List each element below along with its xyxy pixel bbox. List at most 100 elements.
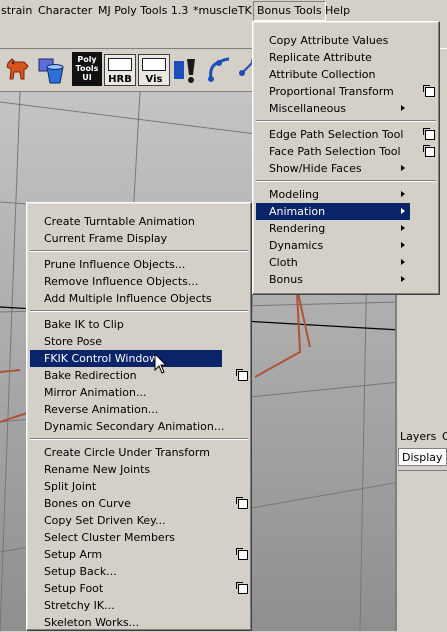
menu-item-label: Animation: [269, 205, 326, 218]
menu-item-bones-on-curve[interactable]: Bones on Curve: [30, 495, 248, 512]
menu-item-split-joint[interactable]: Split Joint: [30, 478, 222, 495]
menu-item-dynamic-secondary-animation[interactable]: Dynamic Secondary Animation...: [30, 418, 225, 435]
menu-item-miscellaneous[interactable]: Miscellaneous: [256, 100, 410, 117]
menu-item-setup-back[interactable]: Setup Back...: [30, 563, 222, 580]
menu-item-label: Cloth: [269, 256, 298, 269]
menu-item-cloth[interactable]: Cloth: [256, 254, 410, 271]
menu-item-modeling[interactable]: Modeling: [256, 186, 410, 203]
submenu-arrow-icon: [401, 242, 405, 248]
menu-item-label: Bones on Curve: [44, 497, 131, 510]
menu-muscletk[interactable]: *muscleTK: [193, 4, 252, 17]
menu-constrain[interactable]: strain: [1, 4, 32, 17]
menu-item-label: Miscellaneous: [269, 102, 347, 115]
shelf: Poly Tools UI HRB Vis: [0, 48, 260, 92]
character-icon[interactable]: [171, 53, 203, 85]
layer-list[interactable]: [398, 470, 447, 632]
poly-tools-ui-button[interactable]: Poly Tools UI: [72, 52, 102, 86]
menu-item-label: Setup Arm: [44, 548, 103, 561]
option-box-icon[interactable]: [423, 128, 435, 140]
menu-item-label: Setup Back...: [44, 565, 117, 578]
menu-item-label: Copy Set Driven Key...: [44, 514, 166, 527]
option-box-icon[interactable]: [236, 582, 248, 594]
menu-item-copy-attribute-values[interactable]: Copy Attribute Values: [256, 32, 410, 49]
submenu-arrow-icon: [401, 191, 405, 197]
menu-item-label: Modeling: [269, 188, 320, 201]
menu-item-add-multiple-influence-objects[interactable]: Add Multiple Influence Objects: [30, 290, 222, 307]
menu-item-label: Show/Hide Faces: [269, 162, 362, 175]
menu-item-label: Copy Attribute Values: [269, 34, 389, 47]
ik-curve-icon[interactable]: [203, 53, 235, 85]
menu-item-replicate-attribute[interactable]: Replicate Attribute: [256, 49, 410, 66]
hrb-label: HRB: [108, 74, 132, 85]
menu-character[interactable]: Character: [38, 4, 92, 17]
menu-item-label: Attribute Collection: [269, 68, 376, 81]
menu-item-edge-path-selection-tool[interactable]: Edge Path Selection Tool: [256, 126, 435, 143]
menu-item-remove-influence-objects[interactable]: Remove Influence Objects...: [30, 273, 222, 290]
tab-layers[interactable]: Layers: [400, 430, 436, 443]
menu-item-label: FKIK Control Window: [44, 352, 159, 365]
layers-tab-bar: Layers O: [397, 427, 447, 445]
menu-item-copy-set-driven-key[interactable]: Copy Set Driven Key...: [30, 512, 222, 529]
menu-separator: [30, 438, 248, 440]
hrb-icon: [108, 58, 132, 71]
menu-item-label: Prune Influence Objects...: [44, 258, 186, 271]
submenu-arrow-icon: [401, 276, 405, 282]
menu-item-create-turntable-animation[interactable]: Create Turntable Animation: [30, 213, 222, 230]
menu-separator: [30, 310, 248, 312]
hrb-button[interactable]: HRB: [104, 54, 136, 86]
menu-item-attribute-collection[interactable]: Attribute Collection: [256, 66, 410, 83]
menu-item-setup-arm[interactable]: Setup Arm: [30, 546, 248, 563]
menu-item-label: Skeleton Works...: [44, 616, 140, 629]
menu-item-bake-redirection[interactable]: Bake Redirection: [30, 367, 248, 384]
menu-mj-poly-tools[interactable]: MJ Poly Tools 1.3: [98, 4, 188, 17]
menu-item-mirror-animation[interactable]: Mirror Animation...: [30, 384, 222, 401]
menu-item-prune-influence-objects[interactable]: Prune Influence Objects...: [30, 256, 222, 273]
menu-item-label: Store Pose: [44, 335, 103, 348]
menu-item-face-path-selection-tool[interactable]: Face Path Selection Tool: [256, 143, 435, 160]
option-box-icon[interactable]: [236, 497, 248, 509]
menu-item-stretchy-ik[interactable]: Stretchy IK...: [30, 597, 222, 614]
layer-display-dropdown[interactable]: Display: [398, 448, 447, 466]
bucket-icon[interactable]: [35, 53, 67, 85]
menu-item-label: Rendering: [269, 222, 326, 235]
menu-item-show-hide-faces[interactable]: Show/Hide Faces: [256, 160, 410, 177]
menu-item-current-frame-display[interactable]: Current Frame Display: [30, 230, 222, 247]
option-box-icon[interactable]: [236, 548, 248, 560]
menu-item-store-pose[interactable]: Store Pose: [30, 333, 222, 350]
menu-item-bonus[interactable]: Bonus: [256, 271, 410, 288]
tab-other[interactable]: O: [442, 430, 447, 443]
vis-icon: [142, 58, 166, 71]
menu-item-fkik-control-window[interactable]: FKIK Control Window: [30, 350, 222, 367]
poly-tools-label-3: UI: [82, 73, 92, 82]
vis-button[interactable]: Vis: [138, 54, 170, 86]
dog-icon[interactable]: [2, 53, 34, 85]
menu-bonus-tools[interactable]: Bonus Tools: [253, 1, 326, 21]
menu-item-animation[interactable]: Animation: [256, 203, 410, 220]
menu-item-rendering[interactable]: Rendering: [256, 220, 410, 237]
menu-item-create-circle-under-transform[interactable]: Create Circle Under Transform: [30, 444, 222, 461]
submenu-arrow-icon: [401, 165, 405, 171]
menu-item-label: Create Turntable Animation: [44, 215, 195, 228]
menu-item-setup-foot[interactable]: Setup Foot: [30, 580, 248, 597]
menu-item-proportional-transform[interactable]: Proportional Transform: [256, 83, 435, 100]
submenu-arrow-icon: [401, 208, 405, 214]
option-box-icon[interactable]: [423, 145, 435, 157]
submenu-arrow-icon: [401, 259, 405, 265]
menu-item-reverse-animation[interactable]: Reverse Animation...: [30, 401, 222, 418]
menu-item-label: Dynamic Secondary Animation...: [44, 420, 225, 433]
menu-separator: [256, 120, 436, 122]
submenu-arrow-icon: [401, 225, 405, 231]
menu-item-select-cluster-members[interactable]: Select Cluster Members: [30, 529, 222, 546]
option-box-icon[interactable]: [423, 85, 435, 97]
menu-item-label: Split Joint: [44, 480, 97, 493]
poly-tools-label-2: Tools: [75, 64, 99, 73]
menu-item-skeleton-works[interactable]: Skeleton Works...: [30, 614, 222, 631]
menu-item-rename-new-joints[interactable]: Rename New Joints: [30, 461, 222, 478]
menu-item-dynamics[interactable]: Dynamics: [256, 237, 410, 254]
bonus-tools-menu: Copy Attribute Values Replicate Attribute…: [252, 21, 440, 295]
menu-item-bake-ik-to-clip[interactable]: Bake IK to Clip: [30, 316, 222, 333]
mouse-pointer-icon: [154, 353, 168, 374]
menu-help[interactable]: Help: [325, 4, 350, 17]
menu-item-label: Bake IK to Clip: [44, 318, 124, 331]
option-box-icon[interactable]: [236, 369, 248, 381]
